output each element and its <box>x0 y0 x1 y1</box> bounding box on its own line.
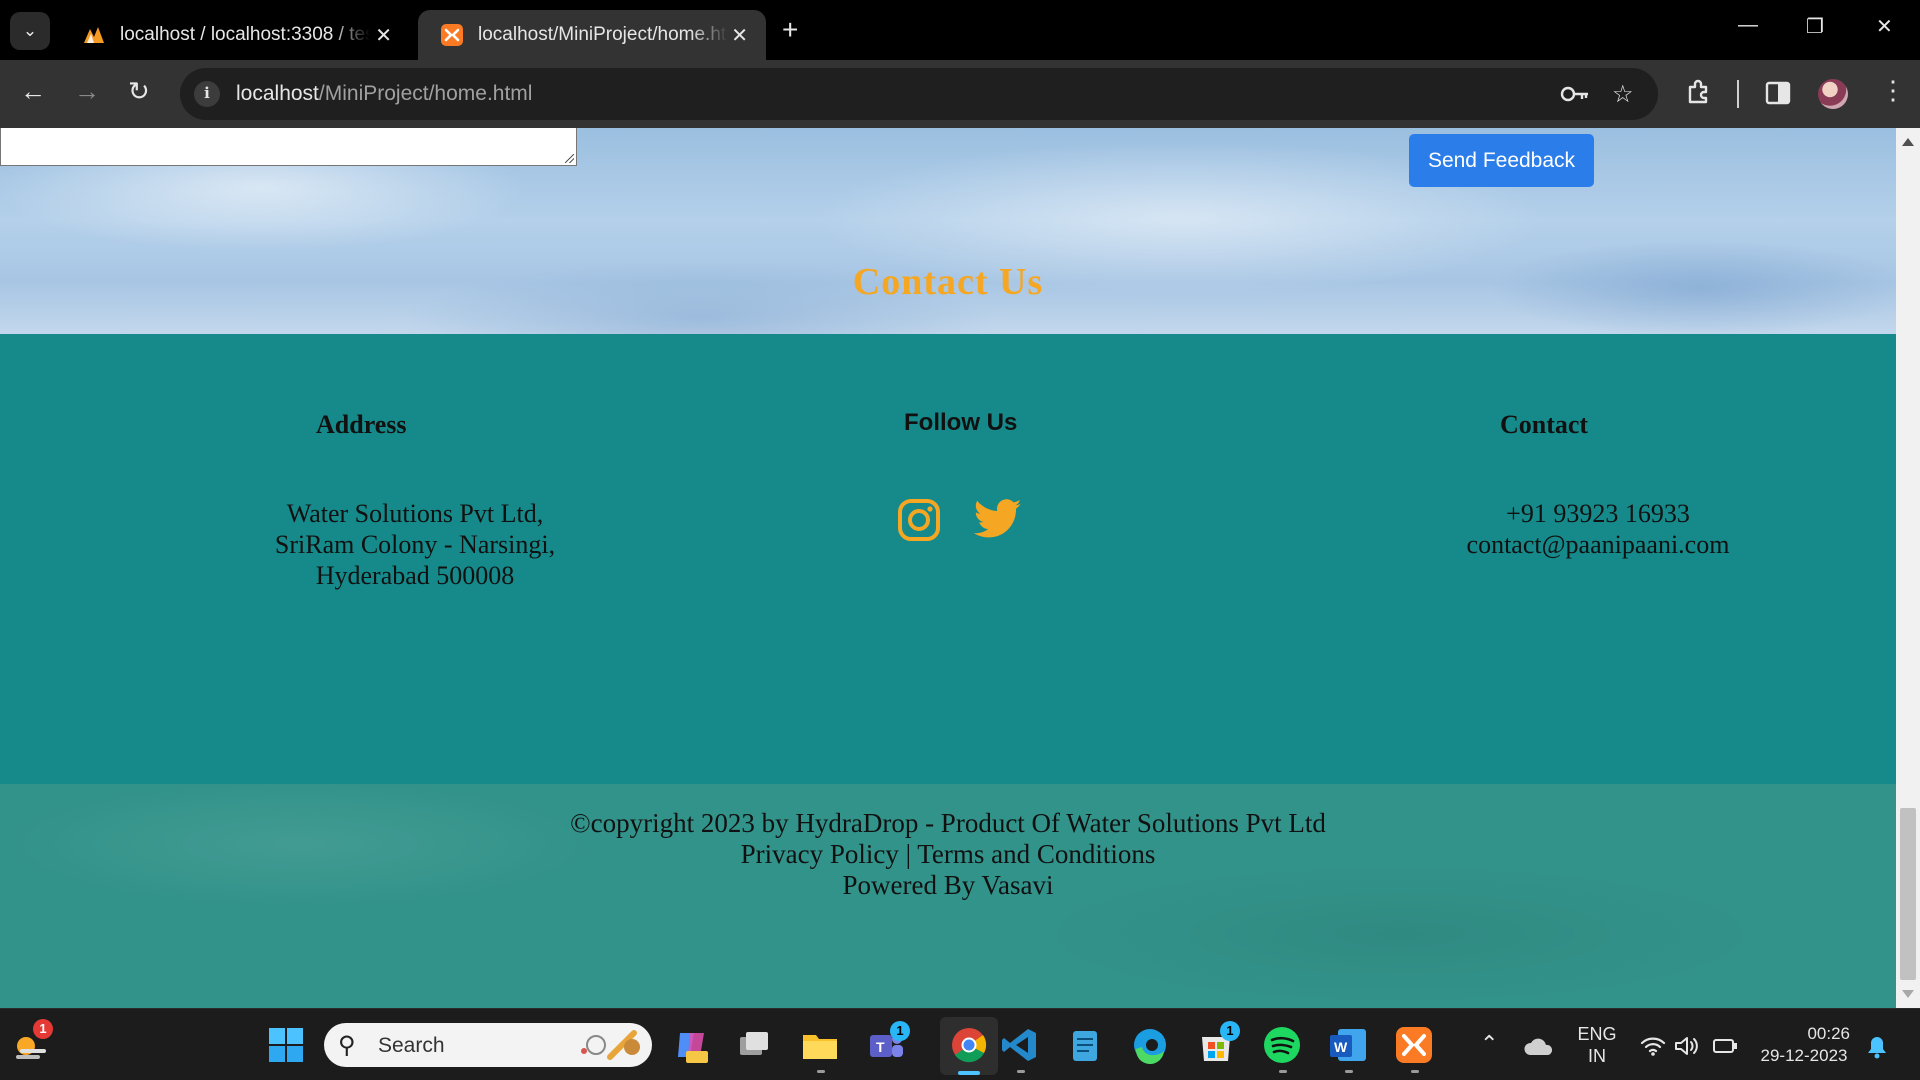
close-tab-icon[interactable]: ✕ <box>375 23 392 48</box>
minimize-icon[interactable]: — <box>1738 14 1758 37</box>
vscode-icon[interactable] <box>1000 1025 1040 1065</box>
windows-start-icon[interactable] <box>266 1025 306 1065</box>
tab-search-button[interactable]: ⌄ <box>10 12 50 50</box>
scroll-up-arrow[interactable] <box>1902 138 1914 146</box>
address-line: Water Solutions Pvt Ltd, <box>286 499 544 528</box>
password-key-icon[interactable] <box>1560 82 1590 106</box>
contact-heading: Contact <box>1500 410 1589 439</box>
running-indicator <box>1411 1070 1419 1073</box>
search-highlight-icon <box>581 1030 640 1060</box>
file-explorer-icon[interactable] <box>800 1025 840 1065</box>
chevron-down-icon: ⌄ <box>22 21 38 40</box>
notification-bell-icon[interactable] <box>1866 1035 1888 1059</box>
contact-email[interactable]: contact@paanipaani.com <box>1420 529 1776 560</box>
clock[interactable]: 00:26 29-12-2023 <box>1752 1023 1856 1067</box>
tab-strip: ⌄ localhost / localhost:3308 / test ✕ lo… <box>0 0 1920 60</box>
site-info-icon[interactable] <box>194 81 220 107</box>
tab-home[interactable]: localhost/MiniProject/home.html ✕ <box>418 10 766 60</box>
extensions-icon[interactable] <box>1685 78 1713 106</box>
search-placeholder: Search <box>378 1034 445 1057</box>
edge-icon[interactable] <box>1130 1025 1170 1065</box>
close-tab-icon[interactable]: ✕ <box>731 23 748 48</box>
battery-icon[interactable] <box>1712 1037 1738 1055</box>
contact-phone: +91 93923 16933 <box>1506 499 1690 528</box>
phpmyadmin-icon <box>84 27 104 43</box>
windows-taskbar: 1 ⚲ Search T 1 1 W ⌃ ENG IN 00:26 29-12-… <box>0 1008 1920 1080</box>
contact-us-heading: Contact Us <box>852 261 1044 303</box>
bookmark-star-icon[interactable]: ☆ <box>1612 80 1634 109</box>
twitter-icon[interactable] <box>974 498 1022 540</box>
chrome-icon[interactable] <box>949 1025 989 1065</box>
running-indicator <box>1279 1070 1287 1073</box>
xampp-taskbar-icon[interactable] <box>1394 1025 1434 1065</box>
privacy-policy-link[interactable]: Privacy Policy <box>741 839 899 869</box>
contact-section: Send Feedback Contact Us <box>0 128 1896 334</box>
region-code: IN <box>1588 1046 1606 1066</box>
word-icon[interactable]: W <box>1328 1025 1368 1065</box>
svg-text:T: T <box>876 1039 885 1055</box>
onedrive-icon[interactable] <box>1524 1035 1554 1057</box>
reload-icon[interactable]: ↻ <box>128 78 150 104</box>
menu-kebab-icon[interactable]: ⋮ <box>1880 75 1906 106</box>
url-path: /MiniProject/home.html <box>318 82 533 105</box>
language-indicator[interactable]: ENG IN <box>1576 1023 1618 1067</box>
browser-toolbar: ← → ↻ localhost/MiniProject/home.html ☆ … <box>0 60 1920 128</box>
store-badge: 1 <box>1220 1021 1240 1041</box>
teams-badge: 1 <box>890 1021 910 1041</box>
restore-icon[interactable]: ❐ <box>1806 14 1824 39</box>
profile-avatar[interactable] <box>1818 79 1848 109</box>
contact-block: +91 93923 16933 contact@paanipaani.com <box>1420 498 1776 560</box>
address-bar[interactable]: localhost/MiniProject/home.html ☆ <box>180 68 1658 120</box>
clock-time: 00:26 <box>1807 1024 1850 1043</box>
running-indicator <box>1345 1070 1353 1073</box>
terms-link[interactable]: Terms and Conditions <box>917 839 1155 869</box>
address-line: SriRam Colony - Narsingi, <box>274 530 556 559</box>
show-hidden-icons-chevron[interactable]: ⌃ <box>1480 1031 1498 1057</box>
scroll-thumb[interactable] <box>1900 808 1916 980</box>
volume-icon[interactable] <box>1674 1035 1700 1057</box>
url-text[interactable]: localhost/MiniProject/home.html <box>236 82 532 106</box>
link-separator: | <box>905 839 911 869</box>
running-indicator <box>817 1070 825 1073</box>
back-icon[interactable]: ← <box>20 78 46 104</box>
side-panel-icon[interactable] <box>1765 80 1791 106</box>
language-code: ENG <box>1577 1024 1617 1044</box>
close-window-icon[interactable]: ✕ <box>1876 14 1893 39</box>
send-feedback-button[interactable]: Send Feedback <box>1409 134 1594 187</box>
spotify-icon[interactable] <box>1262 1025 1302 1065</box>
legal-links: Privacy Policy | Terms and Conditions <box>0 839 1896 870</box>
active-app-indicator <box>958 1071 980 1075</box>
url-host: localhost <box>236 82 319 105</box>
footer-main: Address Water Solutions Pvt Ltd, SriRam … <box>0 334 1896 784</box>
tab-title: localhost / localhost:3308 / test <box>120 24 370 45</box>
copilot-icon[interactable] <box>672 1025 712 1065</box>
follow-us-heading: Follow Us <box>904 409 1018 436</box>
toolbar-divider <box>1737 80 1739 108</box>
scroll-down-arrow[interactable] <box>1902 990 1914 998</box>
taskbar-search[interactable]: ⚲ Search <box>324 1023 652 1067</box>
notepad-icon[interactable] <box>1065 1025 1105 1065</box>
address-block: Water Solutions Pvt Ltd, SriRam Colony -… <box>230 498 600 591</box>
page-scrollbar[interactable] <box>1896 128 1920 1008</box>
page-viewport: Send Feedback Contact Us Address Water S… <box>0 128 1920 1008</box>
instagram-icon[interactable] <box>897 498 941 542</box>
svg-text:W: W <box>1334 1039 1348 1055</box>
forward-icon[interactable]: → <box>74 78 100 104</box>
task-view-icon[interactable] <box>734 1025 774 1065</box>
wifi-icon[interactable] <box>1640 1035 1666 1057</box>
xampp-icon <box>441 24 463 46</box>
running-indicator <box>1017 1070 1025 1073</box>
weather-badge: 1 <box>33 1019 53 1039</box>
address-line: Hyderabad 500008 <box>315 561 515 590</box>
footer-bottom: ©copyright 2023 by HydraDrop - Product O… <box>0 784 1896 1008</box>
search-icon: ⚲ <box>338 1032 356 1059</box>
clock-date: 29-12-2023 <box>1760 1046 1848 1065</box>
address-heading: Address <box>316 410 407 439</box>
tab-title: localhost/MiniProject/home.html <box>478 24 728 45</box>
powered-by-text: Powered By Vasavi <box>842 870 1054 900</box>
copyright-text: ©copyright 2023 by HydraDrop - Product O… <box>570 808 1326 838</box>
tab-phpmyadmin[interactable]: localhost / localhost:3308 / test ✕ <box>60 10 410 60</box>
feedback-textarea[interactable] <box>0 128 577 166</box>
new-tab-button[interactable]: + <box>782 16 798 44</box>
